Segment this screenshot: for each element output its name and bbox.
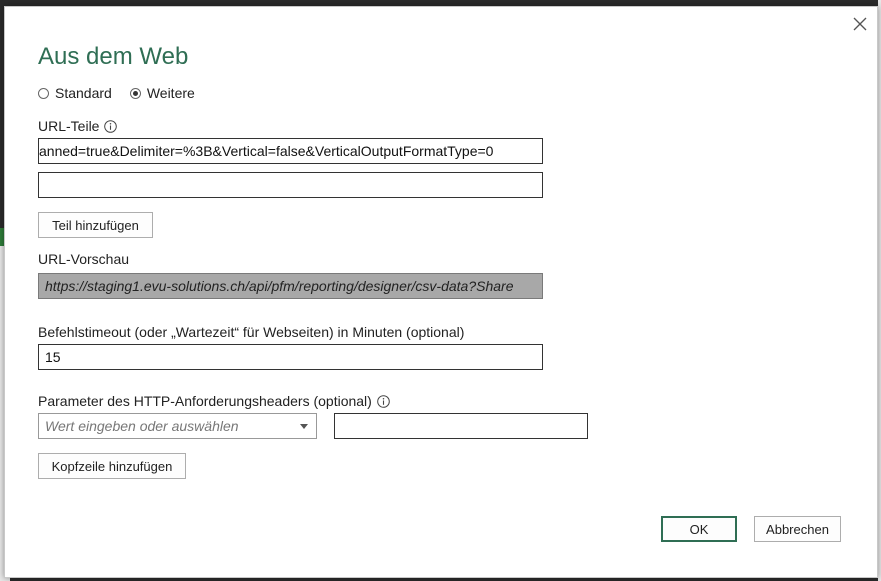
radio-standard-label: Standard bbox=[55, 85, 112, 101]
timeout-input[interactable]: 15 bbox=[38, 344, 543, 370]
url-parts-label-text: URL-Teile bbox=[38, 118, 100, 134]
headers-label-text: Parameter des HTTP-Anforderungsheaders (… bbox=[38, 393, 372, 409]
radio-standard[interactable]: Standard bbox=[38, 85, 112, 101]
dialog-title: Aus dem Web bbox=[38, 43, 189, 70]
header-name-combobox[interactable]: Wert eingeben oder auswählen bbox=[38, 413, 317, 439]
timeout-label: Befehlstimeout (oder „Wartezeit“ für Web… bbox=[38, 324, 464, 340]
url-preview-field: https://staging1.evu-solutions.ch/api/pf… bbox=[38, 273, 543, 299]
add-header-button[interactable]: Kopfzeile hinzufügen bbox=[38, 453, 186, 479]
timeout-label-text: Befehlstimeout (oder „Wartezeit“ für Web… bbox=[38, 324, 465, 340]
mode-radio-group: Standard Weitere bbox=[38, 85, 213, 101]
radio-circle-checked bbox=[129, 87, 141, 99]
header-value-input[interactable] bbox=[334, 413, 588, 439]
ok-button[interactable]: OK bbox=[661, 516, 737, 542]
url-preview-label-text: URL-Vorschau bbox=[38, 251, 130, 267]
radio-circle bbox=[38, 87, 49, 99]
add-part-button[interactable]: Teil hinzufügen bbox=[38, 212, 153, 238]
headers-label: Parameter des HTTP-Anforderungsheaders (… bbox=[38, 393, 390, 409]
radio-weitere[interactable]: Weitere bbox=[129, 85, 195, 101]
close-button[interactable] bbox=[849, 13, 871, 35]
info-icon[interactable] bbox=[377, 394, 390, 408]
url-part-input-2[interactable] bbox=[38, 172, 543, 198]
url-part-input-1[interactable]: anned=true&Delimiter=%3B&Vertical=false&… bbox=[38, 138, 543, 164]
close-icon bbox=[853, 17, 867, 31]
radio-weitere-label: Weitere bbox=[146, 85, 195, 101]
from-web-dialog: Aus dem Web Standard Weitere URL-Teile a… bbox=[4, 6, 878, 578]
url-parts-label: URL-Teile bbox=[38, 118, 118, 134]
chevron-down-icon bbox=[300, 424, 308, 429]
cancel-button[interactable]: Abbrechen bbox=[754, 516, 841, 542]
info-icon[interactable] bbox=[104, 119, 118, 133]
url-preview-label: URL-Vorschau bbox=[38, 251, 129, 267]
header-name-placeholder: Wert eingeben oder auswählen bbox=[45, 418, 239, 434]
